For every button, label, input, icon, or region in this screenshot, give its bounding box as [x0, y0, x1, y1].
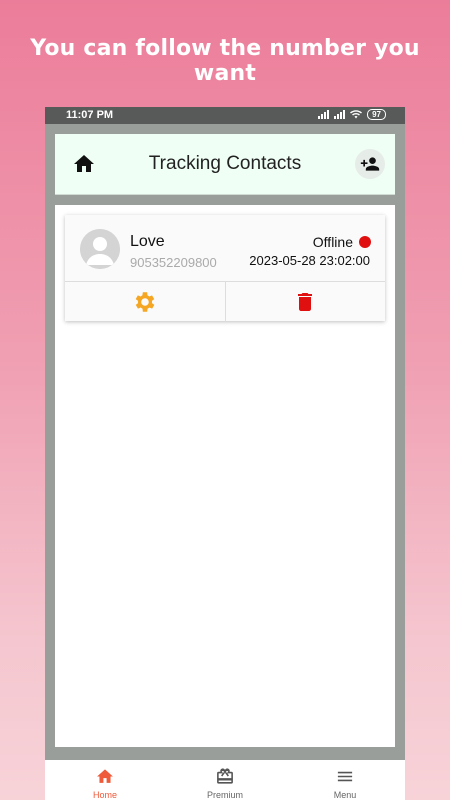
contact-card: Love 905352209800 Offline 2023-05-28 23:…	[65, 215, 385, 322]
nav-menu[interactable]: Menu	[285, 760, 405, 800]
contact-actions	[65, 281, 385, 322]
signal-icon	[318, 110, 330, 119]
offline-indicator	[359, 236, 371, 248]
nav-premium[interactable]: Premium	[165, 760, 285, 800]
hamburger-icon	[337, 771, 353, 782]
person-add-icon	[360, 157, 380, 171]
home-icon[interactable]	[71, 152, 97, 176]
person-placeholder-icon	[80, 229, 120, 269]
settings-button[interactable]	[65, 282, 225, 322]
gift-card-icon	[217, 768, 233, 784]
status-time: 11:07 PM	[66, 109, 114, 121]
last-seen-time: 2023-05-28 23:02:00	[249, 253, 370, 268]
contact-name: Love	[130, 233, 165, 250]
status-icons: 97	[318, 109, 386, 120]
status-bar: 11:07 PM 97	[45, 107, 405, 124]
promo-headline: You can follow the number you want	[30, 36, 420, 86]
gear-icon	[135, 292, 155, 312]
app-bar: Tracking Contacts	[55, 134, 395, 195]
delete-button[interactable]	[224, 282, 386, 322]
home-icon	[97, 769, 113, 783]
bottom-nav: Home Premium Menu	[45, 760, 405, 800]
phone-screen: 11:07 PM 97 Tracking Contacts Love 90535…	[45, 107, 405, 800]
trash-icon	[298, 293, 313, 311]
page-title: Tracking Contacts	[148, 153, 302, 174]
avatar	[80, 229, 120, 269]
contact-status: Offline	[313, 234, 371, 250]
nav-premium-label: Premium	[206, 790, 243, 800]
nav-home[interactable]: Home	[45, 760, 165, 800]
add-contact-button[interactable]	[355, 149, 385, 179]
contact-phone: 905352209800	[130, 255, 217, 270]
contact-card-info[interactable]: Love 905352209800 Offline 2023-05-28 23:…	[65, 215, 385, 281]
nav-menu-label: Menu	[333, 790, 357, 800]
signal-icon	[334, 110, 346, 119]
contact-list: Love 905352209800 Offline 2023-05-28 23:…	[55, 205, 395, 747]
nav-home-label: Home	[92, 790, 117, 800]
status-label: Offline	[312, 234, 353, 250]
battery-icon: 97	[367, 109, 386, 120]
wifi-icon	[350, 110, 363, 119]
